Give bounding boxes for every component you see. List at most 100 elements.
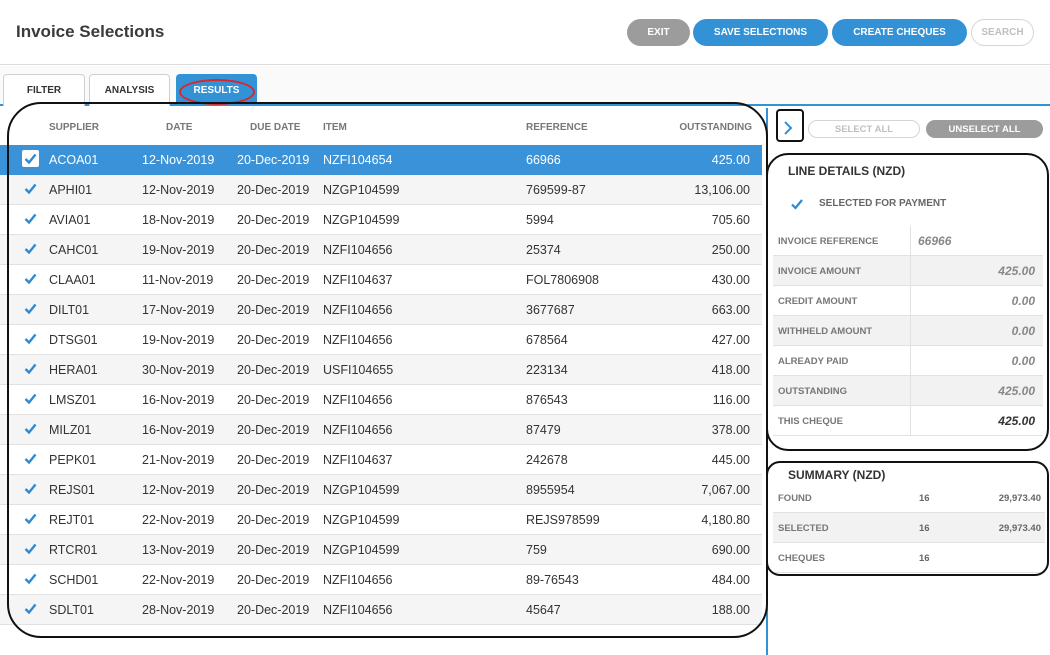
tab-results[interactable]: RESULTS (176, 74, 257, 106)
detail-label: WITHHELD AMOUNT (778, 326, 873, 337)
table-row[interactable]: RTCR01 13-Nov-2019 20-Dec-2019 NZGP104599 75… (0, 535, 762, 565)
col-header-outstanding[interactable]: OUTSTANDING (679, 122, 752, 133)
summary-table: FOUND 16 29,973.40 SELECTED 16 29,973.40… (773, 483, 1045, 573)
row-checkbox[interactable] (24, 182, 37, 195)
col-header-item[interactable]: ITEM (323, 122, 347, 133)
col-header-date[interactable]: DATE (166, 122, 192, 133)
cell-outstanding: 4,180.80 (701, 513, 750, 527)
row-checkbox[interactable] (24, 272, 37, 285)
cell-due-date: 20-Dec-2019 (237, 153, 310, 167)
row-checkbox[interactable] (24, 332, 37, 345)
cell-outstanding: 7,067.00 (701, 483, 750, 497)
col-header-due-date[interactable]: DUE DATE (250, 122, 300, 133)
cell-due-date: 20-Dec-2019 (237, 183, 310, 197)
selected-for-payment-checkbox[interactable] (790, 197, 804, 211)
row-checkbox[interactable] (24, 512, 37, 525)
cell-supplier: REJT01 (49, 513, 95, 527)
cell-supplier: CAHC01 (49, 243, 99, 257)
col-header-supplier[interactable]: SUPPLIER (49, 122, 99, 133)
cell-due-date: 20-Dec-2019 (237, 363, 310, 377)
detail-row-already-paid: ALREADY PAID 0.00 (773, 346, 1043, 376)
cell-date: 12-Nov-2019 (142, 183, 215, 197)
cell-date: 21-Nov-2019 (142, 453, 215, 467)
table-row[interactable]: DILT01 17-Nov-2019 20-Dec-2019 NZFI104656 36… (0, 295, 762, 325)
detail-row-credit-amount: CREDIT AMOUNT 0.00 (773, 286, 1043, 316)
detail-label: THIS CHEQUE (778, 416, 843, 427)
cell-reference: 678564 (526, 333, 568, 347)
cell-date: 30-Nov-2019 (142, 363, 215, 377)
table-row[interactable]: PEPK01 21-Nov-2019 20-Dec-2019 NZFI104637 24… (0, 445, 762, 475)
cell-date: 16-Nov-2019 (142, 393, 215, 407)
row-checkbox[interactable] (22, 150, 39, 167)
detail-value: 0.00 (1011, 324, 1035, 338)
detail-value: 425.00 (998, 264, 1035, 278)
table-row[interactable]: APHI01 12-Nov-2019 20-Dec-2019 NZGP104599 76… (0, 175, 762, 205)
table-row[interactable]: ACOA01 12-Nov-2019 20-Dec-2019 NZFI104654 66… (0, 145, 762, 175)
row-checkbox[interactable] (24, 242, 37, 255)
table-row[interactable]: SDLT01 28-Nov-2019 20-Dec-2019 NZFI104656 45… (0, 595, 762, 625)
cell-reference: 25374 (526, 243, 561, 257)
table-row[interactable]: SCHD01 22-Nov-2019 20-Dec-2019 NZFI104656 89… (0, 565, 762, 595)
table-row[interactable]: CAHC01 19-Nov-2019 20-Dec-2019 NZFI104656 25… (0, 235, 762, 265)
row-checkbox[interactable] (24, 542, 37, 555)
table-row[interactable]: DTSG01 19-Nov-2019 20-Dec-2019 NZFI104656 67… (0, 325, 762, 355)
table-row[interactable]: HERA01 30-Nov-2019 20-Dec-2019 USFI104655 22… (0, 355, 762, 385)
table-row[interactable]: REJS01 12-Nov-2019 20-Dec-2019 NZGP104599 89… (0, 475, 762, 505)
table-row[interactable]: LMSZ01 16-Nov-2019 20-Dec-2019 NZFI104656 87… (0, 385, 762, 415)
cell-outstanding: 663.00 (711, 303, 750, 317)
tab-analysis[interactable]: ANALYSIS (89, 74, 170, 106)
row-checkbox[interactable] (24, 482, 37, 495)
selected-for-payment-label: SELECTED FOR PAYMENT (819, 198, 947, 209)
cell-item: NZGP104599 (323, 513, 400, 527)
save-selections-button[interactable]: SAVE SELECTIONS (693, 19, 828, 46)
detail-value: 0.00 (1011, 354, 1035, 368)
row-checkbox[interactable] (24, 302, 37, 315)
table-row[interactable]: REJT01 22-Nov-2019 20-Dec-2019 NZGP104599 RE… (0, 505, 762, 535)
row-checkbox[interactable] (24, 572, 37, 585)
select-all-button[interactable]: SELECT ALL (808, 120, 920, 138)
row-checkbox[interactable] (24, 212, 37, 225)
detail-label: INVOICE AMOUNT (778, 266, 862, 277)
cell-reference: 759 (526, 543, 547, 557)
cell-item: NZFI104656 (323, 423, 393, 437)
detail-row-withheld-amount: WITHHELD AMOUNT 0.00 (773, 316, 1043, 346)
this-cheque-input[interactable]: 425.00 (998, 414, 1035, 428)
cell-supplier: REJS01 (49, 483, 95, 497)
summary-row-cheques: CHEQUES 16 (773, 543, 1045, 573)
cell-outstanding: 427.00 (711, 333, 750, 347)
cell-due-date: 20-Dec-2019 (237, 243, 310, 257)
cell-supplier: CLAA01 (49, 273, 96, 287)
detail-row-invoice-reference: INVOICE REFERENCE 66966 (773, 226, 1043, 256)
annotation-oval (179, 79, 255, 105)
row-checkbox[interactable] (24, 452, 37, 465)
summary-amount: 29,973.40 (998, 493, 1041, 504)
cell-supplier: PEPK01 (49, 453, 97, 467)
col-header-reference[interactable]: REFERENCE (526, 122, 588, 133)
search-button[interactable]: SEARCH (971, 19, 1034, 46)
cell-outstanding: 13,106.00 (694, 183, 750, 197)
detail-row-this-cheque: THIS CHEQUE 425.00 (773, 406, 1043, 436)
unselect-all-button[interactable]: UNSELECT ALL (926, 120, 1043, 138)
detail-value: 425.00 (998, 384, 1035, 398)
cell-reference: 876543 (526, 393, 568, 407)
cell-date: 22-Nov-2019 (142, 513, 215, 527)
cell-reference: REJS978599 (526, 513, 600, 527)
results-table: SUPPLIER DATE DUE DATE ITEM REFERENCE OU… (0, 108, 768, 655)
table-row[interactable]: AVIA01 18-Nov-2019 20-Dec-2019 NZGP104599 59… (0, 205, 762, 235)
row-checkbox[interactable] (24, 602, 37, 615)
table-row[interactable]: CLAA01 11-Nov-2019 20-Dec-2019 NZFI104637 FO… (0, 265, 762, 295)
cell-item: NZFI104656 (323, 393, 393, 407)
row-checkbox[interactable] (24, 392, 37, 405)
row-checkbox[interactable] (24, 422, 37, 435)
summary-count: 16 (919, 523, 930, 534)
chevron-right-icon[interactable] (779, 115, 797, 141)
tab-filter[interactable]: FILTER (3, 74, 85, 106)
cell-item: NZFI104637 (323, 273, 393, 287)
cell-item: NZGP104599 (323, 213, 400, 227)
table-row[interactable]: MILZ01 16-Nov-2019 20-Dec-2019 NZFI104656 87… (0, 415, 762, 445)
exit-button[interactable]: EXIT (627, 19, 690, 46)
create-cheques-button[interactable]: CREATE CHEQUES (832, 19, 967, 46)
detail-label: OUTSTANDING (778, 386, 847, 397)
row-checkbox[interactable] (24, 362, 37, 375)
cell-supplier: DTSG01 (49, 333, 98, 347)
